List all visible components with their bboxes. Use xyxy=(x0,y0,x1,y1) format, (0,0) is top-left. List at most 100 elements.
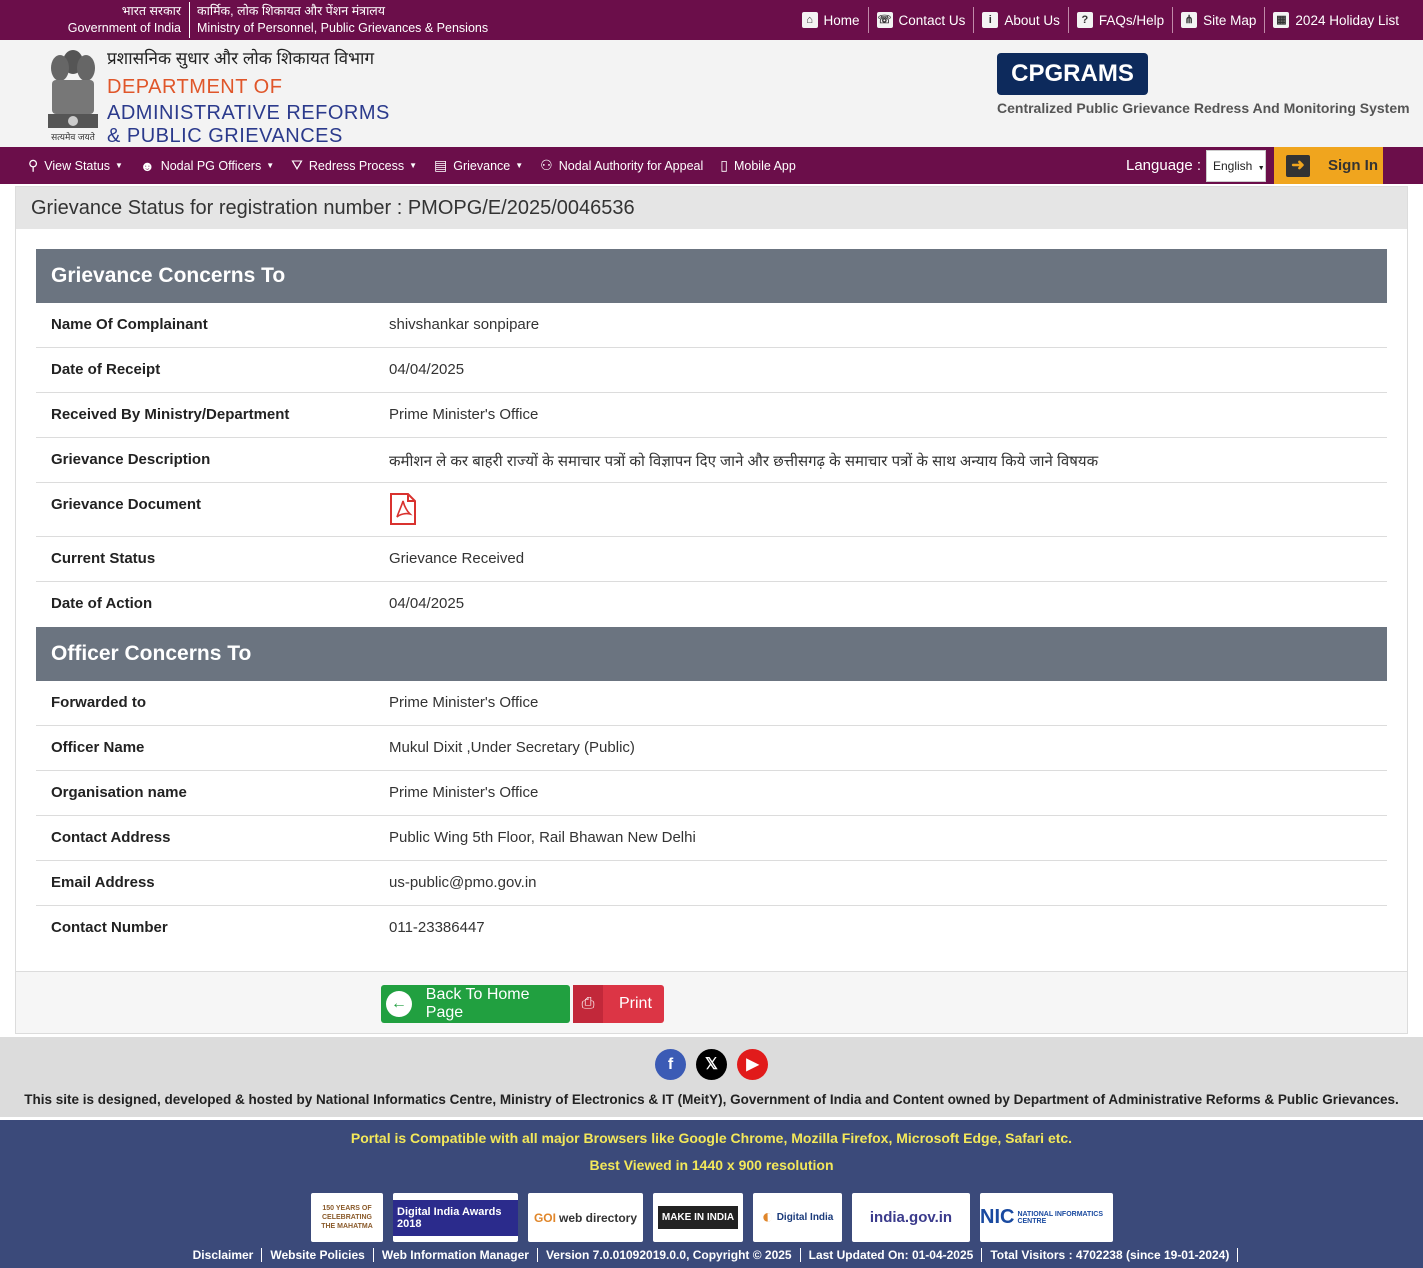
phone-icon: ☏ xyxy=(876,12,893,28)
table-row: Grievance Description कमीशन ले कर बाहरी … xyxy=(36,438,1387,483)
mobile-icon: ▯ xyxy=(720,157,728,173)
cpgrams-logo[interactable]: CPGRAMS xyxy=(997,53,1148,95)
row-label: Contact Number xyxy=(51,919,168,936)
nic-logo[interactable]: NIC NATIONAL INFORMATICS CENTRE xyxy=(980,1193,1113,1242)
nav-label: Grievance xyxy=(453,158,511,173)
row-label: Current Status xyxy=(51,550,156,567)
row-label: Date of Receipt xyxy=(51,361,161,378)
goi-web-directory-logo[interactable]: GOI web directory xyxy=(528,1193,643,1242)
nav-nodal-authority[interactable]: ⚇ Nodal Authority for Appeal xyxy=(540,157,703,174)
nav-grievance[interactable]: ▤ Grievance ▼ xyxy=(434,157,523,174)
logo-text: Digital India Awards 2018 xyxy=(393,1199,518,1236)
table-row: Date of Receipt 04/04/2025 xyxy=(36,348,1387,393)
row-value: shivshankar sonpipare xyxy=(389,316,540,333)
language-label: Language : xyxy=(1126,157,1202,174)
x-twitter-icon[interactable]: 𝕏 xyxy=(696,1049,727,1080)
ministry-label: कार्मिक, लोक शिकायत और पेंशन मंत्रालय Mi… xyxy=(197,3,488,37)
top-link-contact[interactable]: ☏ Contact Us xyxy=(867,7,974,33)
pdf-document-icon[interactable] xyxy=(389,493,417,525)
table-row: Organisation name Prime Minister's Offic… xyxy=(36,771,1387,816)
facebook-icon[interactable]: f xyxy=(655,1049,686,1080)
road-icon: ⛛ xyxy=(291,157,303,173)
footer-last-updated: Last Updated On: 01-04-2025 xyxy=(801,1248,983,1262)
national-emblem-logo[interactable] xyxy=(44,44,102,144)
digital-india-logo[interactable]: ◐ Digital India xyxy=(753,1193,842,1242)
digital-india-awards-logo[interactable]: Digital India Awards 2018 xyxy=(393,1193,518,1242)
caret-down-icon: ▼ xyxy=(115,161,123,170)
nav-label: Nodal PG Officers xyxy=(160,158,262,173)
users-icon: ⚇ xyxy=(540,157,553,173)
footer-link-web-info-manager[interactable]: Web Information Manager xyxy=(374,1248,538,1262)
top-link-home[interactable]: ⌂ Home xyxy=(794,7,868,33)
row-value: Public Wing 5th Floor, Rail Bhawan New D… xyxy=(389,829,696,846)
row-value: Prime Minister's Office xyxy=(389,694,539,711)
print-button[interactable]: ⎙ Print xyxy=(573,985,664,1023)
digital-india-mark: ◐ xyxy=(761,1206,774,1228)
calendar-icon: ▦ xyxy=(1273,12,1290,28)
officer-icon: ☻ xyxy=(139,157,155,174)
nav-redress-process[interactable]: ⛛ Redress Process ▼ xyxy=(291,157,417,174)
card-header: Grievance Status for registration number… xyxy=(16,187,1407,229)
logo-text: web directory xyxy=(558,1210,638,1225)
footer-credit: This site is designed, developed & hoste… xyxy=(24,1092,1399,1107)
nic-mark: NIC xyxy=(980,1206,1015,1228)
india-gov-logo[interactable]: india.gov.in xyxy=(852,1193,970,1242)
row-label: Organisation name xyxy=(51,784,187,801)
page-title: Grievance Status for registration number… xyxy=(31,197,635,219)
top-link-label: Contact Us xyxy=(898,12,966,28)
youtube-icon[interactable]: ▶ xyxy=(737,1049,768,1080)
best-viewed-note: Best Viewed in 1440 x 900 resolution xyxy=(589,1157,834,1173)
ministry-hindi: कार्मिक, लोक शिकायत और पेंशन मंत्रालय xyxy=(197,4,386,18)
footer-links: Disclaimer Website Policies Web Informat… xyxy=(0,1248,1423,1262)
department-line-2: ADMINISTRATIVE REFORMS xyxy=(107,102,390,124)
top-link-holiday[interactable]: ▦ 2024 Holiday List xyxy=(1264,7,1407,33)
row-value: 04/04/2025 xyxy=(389,595,465,612)
top-link-label: About Us xyxy=(1004,12,1060,28)
top-link-faq[interactable]: ? FAQs/Help xyxy=(1067,7,1172,33)
department-line-1: DEPARTMENT OF xyxy=(107,76,283,98)
table-row: Grievance Document xyxy=(36,483,1387,537)
caret-down-icon: ▼ xyxy=(266,161,275,170)
table-row: Current Status Grievance Received xyxy=(36,537,1387,582)
table-row: Date of Action 04/04/2025 xyxy=(36,582,1387,627)
row-value: Prime Minister's Office xyxy=(389,784,539,801)
table-row: Contact Number 011-23386447 xyxy=(36,906,1387,951)
make-in-india-logo[interactable]: MAKE IN INDIA xyxy=(653,1193,743,1242)
logo-text: NATIONAL INFORMATICS CENTRE xyxy=(1017,1210,1104,1225)
grievance-status-card: Grievance Status for registration number… xyxy=(15,186,1408,1034)
nav-mobile-app[interactable]: ▯ Mobile App xyxy=(720,157,796,174)
nav-nodal-pg-officers[interactable]: ☻ Nodal PG Officers ▼ xyxy=(140,158,274,174)
footer-link-website-policies[interactable]: Website Policies xyxy=(262,1248,374,1262)
sign-in-button[interactable]: ➜ Sign In xyxy=(1274,147,1383,184)
government-label: भारत सरकार Government of India xyxy=(40,3,181,37)
row-label: Officer Name xyxy=(51,739,145,756)
top-link-about[interactable]: i About Us xyxy=(973,7,1068,33)
caret-down-icon: ▼ xyxy=(409,161,418,170)
footer-link-disclaimer[interactable]: Disclaimer xyxy=(185,1248,263,1262)
caret-down-icon: ▼ xyxy=(1257,165,1265,172)
card-footer: ← Back To Home Page ⎙ Print xyxy=(16,971,1407,1033)
browser-compat-note: Portal is Compatible with all major Brow… xyxy=(350,1130,1073,1146)
arrow-left-circle-icon: ← xyxy=(386,991,412,1017)
caret-down-icon: ▼ xyxy=(515,161,524,170)
row-value: Prime Minister's Office xyxy=(389,406,539,423)
emblem-motto: सत्यमेव जयते xyxy=(51,132,95,142)
nav-view-status[interactable]: ⚲ View Status ▼ xyxy=(28,157,123,174)
row-value: कमीशन ले कर बाहरी राज्यों के समाचार पत्र… xyxy=(389,453,1099,470)
table-row: Forwarded to Prime Minister's Office xyxy=(36,681,1387,726)
sign-in-icon: ➜ xyxy=(1286,154,1310,177)
back-to-home-button[interactable]: ← Back To Home Page xyxy=(381,985,570,1023)
nav-items: ⚲ View Status ▼ ☻ Nodal PG Officers ▼ ⛛ … xyxy=(28,147,813,184)
ministry-english: Ministry of Personnel, Public Grievances… xyxy=(197,21,489,35)
gov-english: Government of India xyxy=(67,21,181,35)
logo-text: india.gov.in xyxy=(869,1209,953,1226)
social-links: f 𝕏 ▶ xyxy=(655,1049,778,1080)
top-link-sitemap[interactable]: ⋔ Site Map xyxy=(1172,7,1264,33)
mahatma-150-logo[interactable]: 150 YEARS OF CELEBRATING THE MAHATMA xyxy=(311,1193,383,1242)
top-link-label: Site Map xyxy=(1203,12,1257,28)
language-value: English xyxy=(1213,159,1253,173)
language-select[interactable]: English ▼ xyxy=(1206,150,1266,182)
search-icon: ⚲ xyxy=(28,157,39,173)
row-label: Grievance Description xyxy=(51,451,211,468)
printer-icon: ⎙ xyxy=(573,985,603,1023)
